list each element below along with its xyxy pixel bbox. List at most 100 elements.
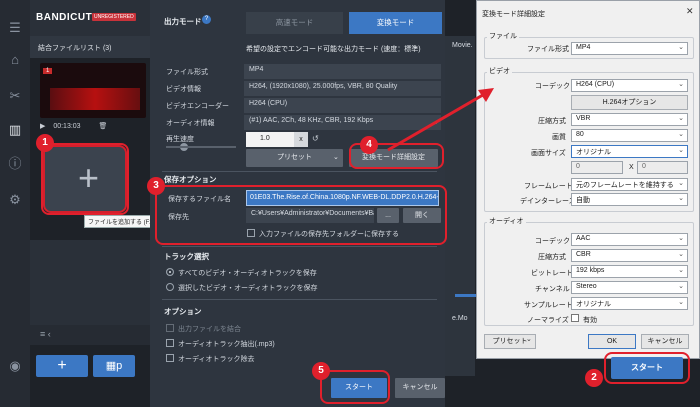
info-icon[interactable]: ⓘ [7, 156, 23, 172]
preset-button[interactable]: プリセット [246, 149, 343, 167]
video-group [484, 72, 694, 212]
audio-compress-select[interactable]: CBR ⌄ [571, 249, 688, 262]
mode-description: 希望の設定でエンコード可能な出力モード (速度：標準) [246, 46, 421, 53]
audio-codec-label: コーデック [535, 238, 570, 245]
app-logo: BANDICUT [36, 12, 93, 23]
merge-output-label: 出力ファイルを結合 [178, 326, 241, 333]
track-selected-radio[interactable] [166, 283, 174, 291]
add-button[interactable]: + [36, 355, 88, 377]
trash-icon[interactable]: 🗑 [99, 123, 108, 130]
deinterlace-select[interactable]: 自動 ⌄ [571, 193, 688, 206]
audio-codec-select[interactable]: AAC ⌄ [571, 233, 688, 246]
merge-output-checkbox[interactable] [166, 324, 174, 332]
screen-size-label: 画面サイズ [531, 150, 566, 157]
file-format-value: MP4 [576, 44, 591, 51]
menu-icon[interactable]: ☰ [7, 20, 23, 36]
framerate-select[interactable]: 元のフレームレートを維持する ⌄ [571, 178, 688, 191]
height-input[interactable]: 0 [637, 161, 688, 174]
ok-button[interactable]: OK [588, 334, 636, 349]
quality-select[interactable]: 80 ⌄ [571, 129, 688, 142]
file-group-label: ファイル [487, 31, 519, 41]
settings-icon[interactable]: ⚙ [7, 192, 23, 208]
mode-button[interactable]: ▦p [93, 355, 135, 377]
chevron-down-icon: ⌄ [678, 283, 684, 290]
highlight-start-dialog [320, 370, 390, 404]
speed-label: 再生速度 [166, 136, 194, 143]
speed-unit-select[interactable]: x [294, 132, 308, 147]
play-icon[interactable]: ▶ [40, 123, 47, 130]
thumbnail-meta: ▶ 00:13:03 🗑 [40, 122, 146, 130]
close-icon[interactable]: ✕ [686, 6, 694, 17]
step-badge-1: 1 [36, 134, 54, 152]
remove-audio-checkbox[interactable] [166, 354, 174, 362]
bitrate-select[interactable]: 192 kbps ⌄ [571, 265, 688, 278]
speed-input[interactable]: 1.0 [246, 132, 294, 147]
file-format-select[interactable]: MP4 ⌄ [571, 42, 688, 55]
cancel-button[interactable]: キャンセル [395, 378, 445, 398]
callout-arrow [387, 88, 494, 152]
reset-icon[interactable]: ↺ [312, 134, 319, 143]
step-badge-3: 3 [147, 177, 165, 195]
framerate-value: 元のフレームレートを維持する [576, 182, 674, 189]
samplerate-select[interactable]: オリジナル ⌄ [571, 297, 688, 310]
quality-value: 80 [576, 131, 584, 138]
channel-select[interactable]: Stereo ⌄ [571, 281, 688, 294]
background-filename-2: e.Mo [452, 315, 468, 322]
chevron-down-icon: ⌄ [678, 44, 684, 51]
channel-value: Stereo [576, 283, 597, 290]
row-label: ファイル形式 [166, 69, 208, 76]
chevron-down-icon: ⌄ [678, 81, 684, 88]
home-icon[interactable]: ⌂ [7, 52, 23, 68]
row-label: オーディオ情報 [166, 120, 215, 127]
settings-cancel-button[interactable]: キャンセル [641, 334, 689, 349]
merge-list-title: 結合ファイルリスト (3) [30, 36, 150, 58]
window-title: 変換モード詳細設定 [482, 11, 545, 18]
row-label: ビデオエンコーダー [166, 103, 229, 110]
extract-audio-checkbox[interactable] [166, 339, 174, 347]
speed-slider[interactable] [166, 146, 236, 148]
list-icon[interactable]: ≡ ‹ [40, 329, 51, 339]
chevron-down-icon: ⌄ [678, 180, 684, 187]
bitrate-label: ビットレート [531, 270, 573, 277]
audio-codec-value: AAC [576, 235, 591, 242]
thumbnail-time: 00:13:03 [53, 123, 81, 130]
chevron-down-icon: ⌄ [678, 147, 684, 154]
deinterlace-label: デインターレース [520, 198, 576, 205]
divider [162, 171, 437, 172]
chevron-down-icon: ⌄ [678, 131, 684, 138]
output-mode-label: 出力モード [164, 17, 202, 26]
codec-select[interactable]: H264 (CPU) ⌄ [571, 79, 688, 92]
track-all-radio[interactable] [166, 268, 174, 276]
h264-options-button[interactable]: H.264オプション [571, 95, 688, 110]
track-all-label: すべてのビデオ・オーディオトラックを保存 [178, 270, 317, 277]
record-icon[interactable]: ◉ [7, 358, 23, 374]
normalize-checkbox[interactable] [571, 314, 579, 322]
file-format-field: MP4 [244, 64, 441, 79]
help-icon[interactable]: ? [202, 15, 211, 24]
divider [162, 299, 437, 300]
tools-icon[interactable]: ✂ [7, 88, 23, 104]
step-badge-4: 4 [360, 136, 378, 154]
tab-fast-mode[interactable]: 高速モード [246, 12, 343, 34]
codec-value: H264 (CPU) [576, 81, 615, 88]
tab-encode-mode[interactable]: 変換モード [349, 12, 442, 34]
video-thumbnail[interactable] [40, 63, 146, 118]
compress-label: 圧縮方式 [538, 118, 566, 125]
compress-select[interactable]: VBR ⌄ [571, 113, 688, 126]
width-input[interactable]: 0 [571, 161, 623, 174]
framerate-label: フレームレート [524, 183, 573, 190]
chevron-down-icon: ⌄ [678, 267, 684, 274]
film-icon[interactable]: ▥ [7, 122, 23, 138]
chevron-down-icon: ⌄ [678, 195, 684, 202]
extract-audio-label: オーディオトラック抽出(.mp3) [178, 341, 275, 348]
row-label: ビデオ情報 [166, 86, 201, 93]
screen-size-select[interactable]: オリジナル ⌄ [571, 145, 688, 158]
chevron-down-icon: ⌄ [678, 251, 684, 258]
normalize-label: ノーマライズ [527, 317, 569, 324]
size-x-label: X [629, 164, 634, 171]
track-selected-label: 選択したビデオ・オーディオトラックを保存 [178, 285, 318, 292]
save-options-heading: 保存オプション [164, 175, 217, 184]
remove-audio-label: オーディオトラック除去 [178, 356, 255, 363]
audio-compress-label: 圧縮方式 [538, 254, 566, 261]
file-format-label: ファイル形式 [527, 46, 569, 53]
